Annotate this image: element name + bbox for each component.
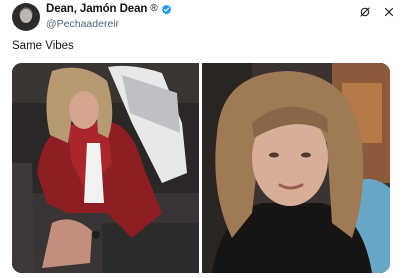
author-display-name[interactable]: Dean, Jamón Dean xyxy=(46,3,147,15)
verified-badge-icon xyxy=(161,4,171,14)
photo-left[interactable] xyxy=(12,63,199,273)
photo-right[interactable] xyxy=(202,63,390,273)
author-handle[interactable]: @Pechaadereir xyxy=(46,18,119,30)
tweet-card: Dean, Jamón Dean ® @Pechaadereir Same Vi… xyxy=(0,0,405,278)
author-name-row: Dean, Jamón Dean ® xyxy=(46,3,172,15)
grok-icon[interactable] xyxy=(359,6,371,18)
tweet-text: Same Vibes xyxy=(12,40,74,52)
avatar[interactable] xyxy=(12,3,40,31)
author-name-badge: ® xyxy=(150,3,158,14)
media-grid xyxy=(12,63,390,273)
close-icon[interactable] xyxy=(383,6,395,18)
tweet-header: Dean, Jamón Dean ® @Pechaadereir xyxy=(12,2,395,36)
header-actions xyxy=(359,6,395,18)
